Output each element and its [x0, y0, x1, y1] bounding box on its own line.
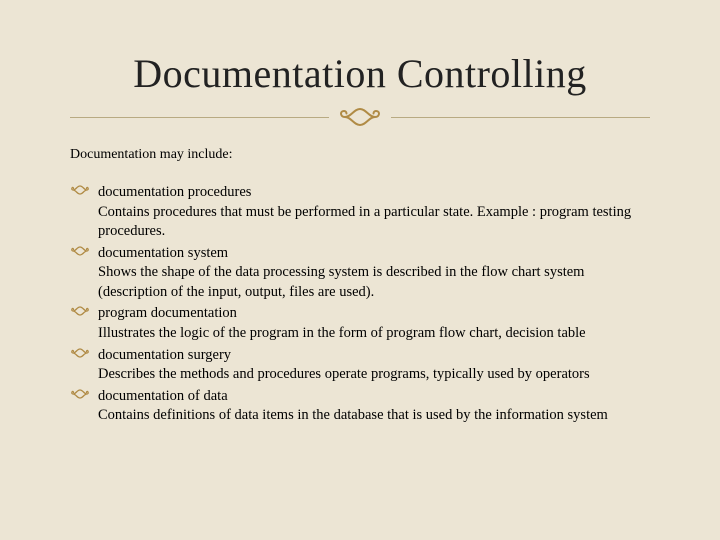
flourish-bullet-icon: [70, 184, 90, 196]
flourish-bullet-icon: [70, 388, 90, 400]
item-heading: program documentation: [98, 304, 650, 324]
item-heading: documentation of data: [98, 387, 650, 407]
flourish-icon: [329, 105, 391, 129]
item-body: Illustrates the logic of the program in …: [98, 324, 650, 344]
flourish-bullet-icon: [70, 305, 90, 317]
divider-line-left: [70, 117, 329, 118]
list-item: documentation surgery Describes the meth…: [98, 346, 650, 385]
flourish-bullet-icon: [70, 347, 90, 359]
item-body: Shows the shape of the data processing s…: [98, 263, 650, 302]
slide: Documentation Controlling Documentation …: [0, 0, 720, 540]
list-item: documentation of data Contains definitio…: [98, 387, 650, 426]
list-item: documentation system Shows the shape of …: [98, 244, 650, 303]
list-item: program documentation Illustrates the lo…: [98, 304, 650, 343]
item-heading: documentation procedures: [98, 183, 650, 203]
flourish-bullet-icon: [70, 245, 90, 257]
item-heading: documentation surgery: [98, 346, 650, 366]
title-divider: [70, 105, 650, 129]
item-body: Contains definitions of data items in th…: [98, 406, 650, 426]
subheading: Documentation may include:: [70, 147, 650, 163]
items-list: documentation procedures Contains proced…: [70, 183, 650, 426]
page-title: Documentation Controlling: [70, 50, 650, 97]
list-item: documentation procedures Contains proced…: [98, 183, 650, 242]
item-body: Describes the methods and procedures ope…: [98, 365, 650, 385]
item-heading: documentation system: [98, 244, 650, 264]
item-body: Contains procedures that must be perform…: [98, 203, 650, 242]
divider-line-right: [391, 117, 650, 118]
